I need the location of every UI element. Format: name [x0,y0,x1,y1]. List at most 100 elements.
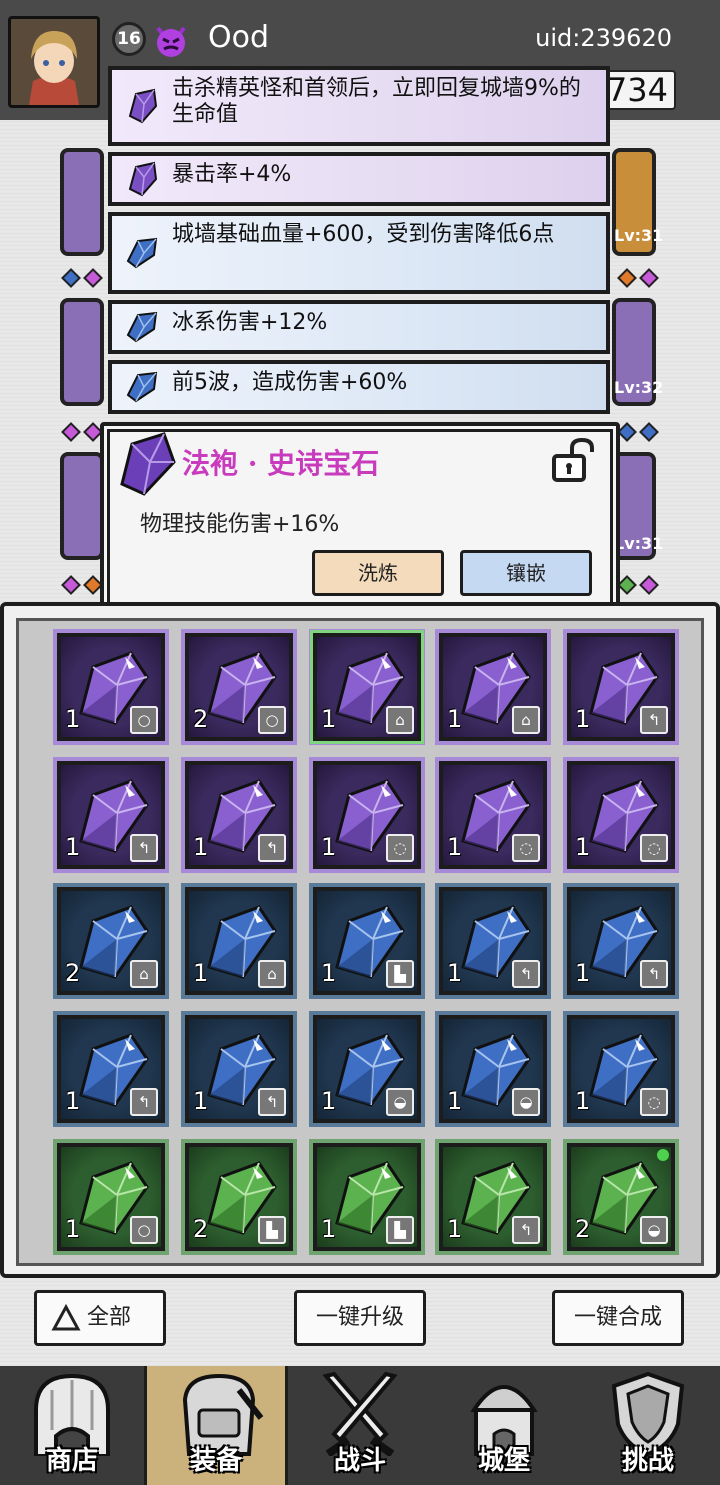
gem-slot[interactable]: 1 ↰ [567,633,675,741]
equipment-level-right-1: Lv:31 [614,226,664,245]
popup-description: 物理技能伤害+16% [140,512,340,537]
stat-text: 城墙基础血量+600，受到伤害降低6点 [172,222,555,247]
gem-slot[interactable]: 2 ⌂ [57,887,165,995]
gem-slot[interactable]: 1 ◌ [567,1015,675,1123]
nav-battle-label: 战斗 [333,1446,386,1476]
equipment-level-right-3: Lv:31 [614,534,664,553]
gem-count: 1 [321,833,337,861]
staff-icon: ↰ [258,834,286,862]
equipment-level-right-2: Lv:32 [614,378,664,397]
refine-button[interactable]: 洗炼 [312,550,444,596]
inlay-button[interactable]: 镶嵌 [460,550,592,596]
robe-icon: ⌂ [130,960,158,988]
gem-slot[interactable]: 1 ↰ [57,1015,165,1123]
gem-slot[interactable]: 1 ⌂ [310,630,424,744]
gem-slot[interactable]: 1 ↰ [439,887,547,995]
equipment-slot-left-3[interactable] [60,452,104,560]
gem-inventory-panel: 1 ○ 2 ○ 1 ⌂ 1 ⌂ 1 ↰ 1 ↰ 1 ↰ 1 ◌ 1 ◌ 1 ◌ 2 ⌂ 1 ⌂ 1 ▙ 1 ↰ 1 ↰ 1 ↰ 1 ↰ 1 ◒ 1 ◒ 1 ◌… [0,602,720,1278]
robe-icon: ⌂ [386,706,414,734]
gem-count: 1 [193,833,209,861]
gem-slot[interactable]: 1 ◒ [439,1015,547,1123]
merge-all-button[interactable]: 一键合成 [552,1290,684,1346]
boots-icon: ▙ [386,960,414,988]
gem-slot[interactable]: 1 ⌂ [439,633,547,741]
nav-equipment[interactable]: 装备 [144,1366,288,1485]
hat-icon: ◒ [640,1216,668,1244]
gem-count: 2 [575,1215,591,1243]
nav-shop[interactable]: 商店 [0,1366,144,1485]
gem-detail-popup: 法袍 · 史诗宝石 物理技能伤害+16% 洗炼 镶嵌 [100,422,620,612]
gem-slot[interactable]: 1 ↰ [185,761,293,869]
gem-slot[interactable]: 1 ◌ [439,761,547,869]
equipment-slot-left-2[interactable] [60,298,104,406]
filter-label: 全部 [87,1305,132,1330]
gem-count: 2 [193,1215,209,1243]
nav-battle[interactable]: 战斗 [288,1366,432,1485]
gem-slot[interactable]: 2 ○ [185,633,293,741]
nav-castle[interactable]: 城堡 [432,1366,576,1485]
gem-slot[interactable]: 1 ⌂ [185,887,293,995]
gem-count: 1 [321,1215,337,1243]
gem-count: 1 [447,833,463,861]
stat-text: 冰系伤害+12% [172,310,328,335]
gem-count: 1 [65,705,81,733]
staff-icon: ↰ [640,706,668,734]
gem-count: 1 [65,1087,81,1115]
gem-slot[interactable]: 1 ◌ [567,761,675,869]
filter-all-button[interactable]: 全部 [34,1290,166,1346]
equipment-slot-left-1[interactable] [60,148,104,256]
bottom-nav: 商店 装备 战斗 城堡 挑战 [0,1366,720,1485]
gem-slot[interactable]: 2 ▙ [185,1143,293,1251]
ring-icon: ○ [258,706,286,734]
player-uid: uid:239620 [535,24,672,52]
staff-icon: ↰ [258,1088,286,1116]
staff-icon: ↰ [130,1088,158,1116]
gem-slot[interactable]: 1 ○ [57,1143,165,1251]
gem-slot[interactable]: 1 ↰ [567,887,675,995]
upgrade-all-button[interactable]: 一键升级 [294,1290,426,1346]
gem-count: 1 [447,959,463,987]
gem-slot[interactable]: 1 ◌ [313,761,421,869]
nav-challenge[interactable]: 挑战 [576,1366,720,1485]
gem-slot[interactable]: 1 ▙ [313,887,421,995]
epic-gem-icon [120,432,176,496]
staff-icon: ↰ [512,1216,540,1244]
gem-slot[interactable]: 1 ↰ [185,1015,293,1123]
gem-count: 1 [575,833,591,861]
gem-count: 1 [321,959,337,987]
gem-slot[interactable]: 1 ◒ [313,1015,421,1123]
gem-slot[interactable]: 2 ◒ [567,1143,675,1251]
gem-count: 1 [575,1087,591,1115]
robe-icon: ⌂ [258,960,286,988]
player-name: Ood [208,20,270,55]
blue-gem-icon [126,371,158,403]
player-avatar[interactable] [8,16,100,108]
gem-count: 1 [65,833,81,861]
purple-gem-icon [128,88,158,124]
stat-text: 暴击率+4% [172,162,292,187]
blue-gem-icon [126,311,158,343]
gem-count: 1 [575,705,591,733]
gem-count: 1 [193,959,209,987]
staff-icon: ↰ [640,960,668,988]
gem-count: 1 [321,705,337,733]
gem-slot[interactable]: 1 ○ [57,633,165,741]
gem-slot[interactable]: 1 ↰ [439,1143,547,1251]
stat-row: 击杀精英怪和首领后，立即回复城墙9%的生命值 [108,66,610,146]
gem-slot[interactable]: 1 ↰ [57,761,165,869]
gem-count: 1 [65,1215,81,1243]
popup-title: 法袍 · 史诗宝石 [182,447,380,480]
stat-text: 击杀精英怪和首领后，立即回复城墙9%的生命值 [172,76,581,127]
new-indicator-dot [657,1149,669,1161]
stat-row: 暴击率+4% [108,152,610,206]
devil-icon [156,26,186,57]
staff-icon: ↰ [130,834,158,862]
gem-slot[interactable]: 1 ▙ [313,1143,421,1251]
gem-count: 1 [447,705,463,733]
necklace-icon: ◌ [640,834,668,862]
unlock-icon[interactable] [550,436,598,484]
nav-shop-label: 商店 [45,1446,98,1476]
gem-inventory-grid[interactable]: 1 ○ 2 ○ 1 ⌂ 1 ⌂ 1 ↰ 1 ↰ 1 ↰ 1 ◌ 1 ◌ 1 ◌ 2 ⌂ 1 ⌂ 1 ▙ 1 ↰ 1 ↰ 1 ↰ 1 ↰ 1 ◒ 1 ◒ 1 ◌… [16,618,704,1266]
gem-count: 1 [447,1087,463,1115]
nav-challenge-label: 挑战 [621,1446,674,1476]
